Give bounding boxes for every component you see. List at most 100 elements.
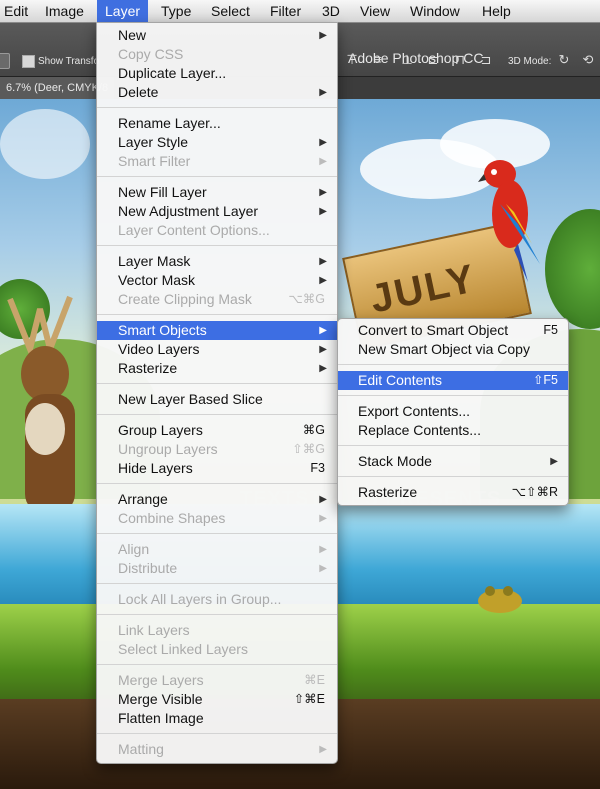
submenu-arrow-icon: ▶ <box>319 137 327 148</box>
menu-item-edit-contents[interactable]: Edit Contents ⇧F5 <box>338 371 568 390</box>
submenu-arrow-icon: ▶ <box>319 363 327 374</box>
menu-item-new[interactable]: New ▶ <box>97 26 337 45</box>
menu-item-shortcut: F5 <box>543 323 558 337</box>
menu-item-layer-mask[interactable]: Layer Mask ▶ <box>97 252 337 271</box>
menu-item-layer-content-options[interactable]: Layer Content Options... <box>97 221 337 240</box>
submenu-arrow-icon: ▶ <box>319 187 327 198</box>
menu-item-shortcut: ⌥⌘G <box>288 292 325 306</box>
menu-item-stack-mode[interactable]: Stack Mode ▶ <box>338 452 568 471</box>
menu-item-new-fill-layer[interactable]: New Fill Layer ▶ <box>97 183 337 202</box>
3d-rotate-icon[interactable]: ↻ <box>556 51 572 69</box>
menu-item-label: Combine Shapes <box>118 510 226 526</box>
3d-mode-label: 3D Mode: <box>508 56 552 67</box>
menu-item-distribute[interactable]: Distribute ▶ <box>97 559 337 578</box>
menu-item-label: New Adjustment Layer <box>118 203 259 219</box>
menu-item-label: Rasterize <box>118 360 178 376</box>
menu-edit[interactable]: Edit <box>0 0 36 22</box>
menu-item-label: Layer Style <box>118 134 189 150</box>
menu-item-label: Layer Content Options... <box>118 222 270 238</box>
menu-item-label: Delete <box>118 84 159 100</box>
menu-item-new-smart-object-via-copy[interactable]: New Smart Object via Copy <box>338 340 568 359</box>
menu-layer[interactable]: Layer <box>97 0 149 22</box>
menu-item-label: Matting <box>118 741 164 757</box>
menu-item-smart-filter[interactable]: Smart Filter ▶ <box>97 152 337 171</box>
submenu-arrow-icon: ▶ <box>319 325 327 336</box>
deer-illustration <box>7 295 75 514</box>
menu-item-ungroup-layers[interactable]: Ungroup Layers ⇧⌘G <box>97 440 337 459</box>
menu-item-arrange[interactable]: Arrange ▶ <box>97 490 337 509</box>
menu-item-vector-mask[interactable]: Vector Mask ▶ <box>97 271 337 290</box>
layer-menu: New ▶ Copy CSS Duplicate Layer... Delete ▶… <box>96 22 338 764</box>
align-right-icon[interactable]: ⊐ <box>478 51 494 69</box>
menu-item-duplicate-layer[interactable]: Duplicate Layer... <box>97 64 337 83</box>
menu-window[interactable]: Window <box>402 0 468 22</box>
align-top-icon[interactable]: ⊤ <box>344 51 360 69</box>
menu-item-align[interactable]: Align ▶ <box>97 540 337 559</box>
menu-item-flatten-image[interactable]: Flatten Image <box>97 709 337 728</box>
menu-item-label: Select Linked Layers <box>118 641 248 657</box>
menu-item-link-layers[interactable]: Link Layers <box>97 621 337 640</box>
menu-item-label: Export Contents... <box>358 403 471 419</box>
cloud <box>0 109 90 179</box>
menu-item-hide-layers[interactable]: Hide Layers F3 <box>97 459 337 478</box>
menu-item-replace-contents[interactable]: Replace Contents... <box>338 421 568 440</box>
menu-image[interactable]: Image <box>37 0 92 22</box>
3d-roll-icon[interactable]: ⟲ <box>580 51 596 69</box>
menu-item-matting[interactable]: Matting ▶ <box>97 740 337 759</box>
menu-select[interactable]: Select <box>203 0 258 22</box>
menu-item-rasterize-smart[interactable]: Rasterize ⌥⇧⌘R <box>338 483 568 502</box>
menu-item-rename-layer[interactable]: Rename Layer... <box>97 114 337 133</box>
menu-item-create-clipping-mask[interactable]: Create Clipping Mask ⌥⌘G <box>97 290 337 309</box>
tool-preset-picker[interactable] <box>0 53 10 69</box>
menu-item-smart-objects[interactable]: Smart Objects ▶ <box>97 321 337 340</box>
menu-help[interactable]: Help <box>474 0 519 22</box>
menu-item-copy-css[interactable]: Copy CSS <box>97 45 337 64</box>
menu-item-label: Merge Layers <box>118 672 204 688</box>
submenu-arrow-icon: ▶ <box>319 344 327 355</box>
menu-item-merge-layers[interactable]: Merge Layers ⌘E <box>97 671 337 690</box>
submenu-arrow-icon: ▶ <box>319 563 327 574</box>
menu-item-convert-to-smart-object[interactable]: Convert to Smart Object F5 <box>338 321 568 340</box>
menu-item-label: Align <box>118 541 150 557</box>
menu-item-label: Hide Layers <box>118 460 193 476</box>
menu-item-video-layers[interactable]: Video Layers ▶ <box>97 340 337 359</box>
submenu-arrow-icon: ▶ <box>319 256 327 267</box>
menu-item-label: New Fill Layer <box>118 184 207 200</box>
menu-item-select-linked-layers[interactable]: Select Linked Layers <box>97 640 337 659</box>
menu-separator <box>97 664 337 665</box>
menu-item-label: New Layer Based Slice <box>118 391 263 407</box>
menu-item-export-contents[interactable]: Export Contents... <box>338 402 568 421</box>
menu-type[interactable]: Type <box>153 0 199 22</box>
menu-item-group-layers[interactable]: Group Layers ⌘G <box>97 421 337 440</box>
submenu-arrow-icon: ▶ <box>550 456 558 467</box>
menu-item-new-adjustment-layer[interactable]: New Adjustment Layer ▶ <box>97 202 337 221</box>
menu-separator <box>97 176 337 177</box>
menu-separator <box>97 245 337 246</box>
menu-3d[interactable]: 3D <box>314 0 348 22</box>
align-bottom-icon[interactable]: ⊥ <box>399 51 415 69</box>
menu-item-label: Flatten Image <box>118 710 204 726</box>
menu-item-delete[interactable]: Delete ▶ <box>97 83 337 102</box>
menu-item-label: Convert to Smart Object <box>358 322 509 338</box>
menu-item-new-layer-based-slice[interactable]: New Layer Based Slice <box>97 390 337 409</box>
align-left-icon[interactable]: ⊏ <box>425 51 441 69</box>
menu-item-layer-style[interactable]: Layer Style ▶ <box>97 133 337 152</box>
menu-item-shortcut: ⌘G <box>302 423 325 437</box>
menu-separator <box>97 314 337 315</box>
submenu-arrow-icon: ▶ <box>319 275 327 286</box>
menu-item-label: Create Clipping Mask <box>118 291 252 307</box>
show-transform-checkbox[interactable] <box>22 55 35 68</box>
menu-item-combine-shapes[interactable]: Combine Shapes ▶ <box>97 509 337 528</box>
submenu-arrow-icon: ▶ <box>319 513 327 524</box>
menu-item-lock-all-layers[interactable]: Lock All Layers in Group... <box>97 590 337 609</box>
menu-item-shortcut: ⇧⌘G <box>292 442 325 456</box>
menu-item-merge-visible[interactable]: Merge Visible ⇧⌘E <box>97 690 337 709</box>
align-vcenter-icon[interactable]: ≡ <box>370 51 386 69</box>
menu-separator <box>338 476 568 477</box>
menu-item-rasterize[interactable]: Rasterize ▶ <box>97 359 337 378</box>
menu-filter[interactable]: Filter <box>262 0 309 22</box>
menu-item-label: Lock All Layers in Group... <box>118 591 282 607</box>
align-hcenter-icon[interactable]: ⊓ <box>452 51 468 69</box>
submenu-arrow-icon: ▶ <box>319 87 327 98</box>
menu-view[interactable]: View <box>352 0 398 22</box>
